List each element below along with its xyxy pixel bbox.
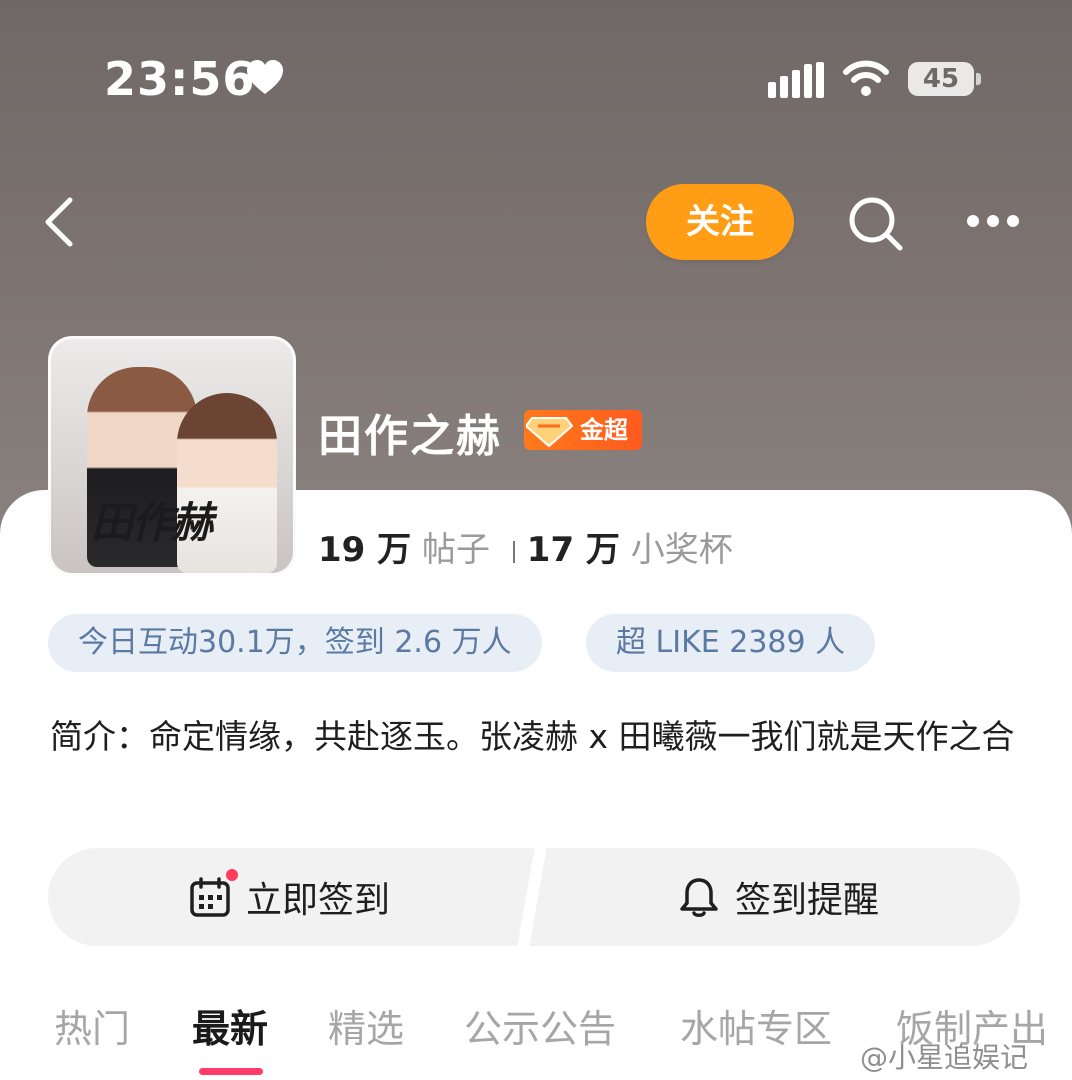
reminder-label: 签到提醒 — [734, 880, 879, 921]
posts-count: 19 万 — [318, 530, 412, 570]
bell-icon — [680, 878, 718, 917]
more-icon[interactable] — [966, 214, 1020, 228]
battery-indicator: 45 — [908, 62, 974, 96]
level-badge[interactable]: 金超 — [524, 410, 642, 450]
forum-stats: 19 万 帖子 17 万 小奖杯 — [318, 522, 733, 571]
cups-label: 小奖杯 — [630, 530, 733, 570]
forum-avatar[interactable]: 田作赫 — [48, 336, 296, 576]
forum-intro: 简介：命定情缘，共赴逐玉。张凌赫 x 田曦薇一我们就是天作之合 — [50, 717, 1015, 756]
search-icon[interactable] — [846, 196, 906, 252]
active-tab-indicator — [199, 1068, 263, 1075]
heart-icon — [247, 60, 283, 94]
follow-button[interactable]: 关注 — [646, 184, 794, 260]
action-bar: 立即签到 签到提醒 — [48, 848, 1020, 946]
tab-featured[interactable]: 精选 — [328, 998, 404, 1053]
checkin-label: 立即签到 — [245, 880, 390, 921]
wifi-icon — [843, 60, 889, 96]
posts-label: 帖子 — [421, 530, 490, 570]
tab-announcements[interactable]: 公示公告 — [464, 998, 616, 1053]
back-icon[interactable] — [40, 196, 80, 248]
activity-pill[interactable]: 今日互动30.1万，签到 2.6 万人 — [48, 614, 542, 672]
cups-count: 17 万 — [526, 530, 620, 570]
forum-info-card — [0, 490, 1072, 1080]
diamond-level-icon — [526, 417, 574, 448]
badge-label: 金超 — [580, 416, 628, 444]
avatar-logo-text: 田作赫 — [91, 498, 213, 547]
super-like-pill[interactable]: 超 LIKE 2389 人 — [586, 614, 876, 672]
notification-dot — [225, 869, 238, 881]
cellular-signal-icon — [768, 62, 824, 98]
watermark: @小星追娱记 — [860, 1041, 1029, 1074]
status-time: 23:56 — [104, 52, 256, 106]
tab-casual-posts[interactable]: 水帖专区 — [680, 998, 832, 1053]
stats-divider — [512, 540, 515, 563]
tab-hot[interactable]: 热门 — [54, 998, 130, 1053]
battery-nub — [976, 73, 981, 85]
tab-latest[interactable]: 最新 — [192, 998, 268, 1053]
checkin-reminder-button[interactable]: 签到提醒 — [538, 848, 1020, 946]
checkin-button[interactable]: 立即签到 — [48, 848, 532, 946]
calendar-icon — [190, 869, 238, 917]
forum-title: 田作之赫 — [318, 411, 502, 462]
